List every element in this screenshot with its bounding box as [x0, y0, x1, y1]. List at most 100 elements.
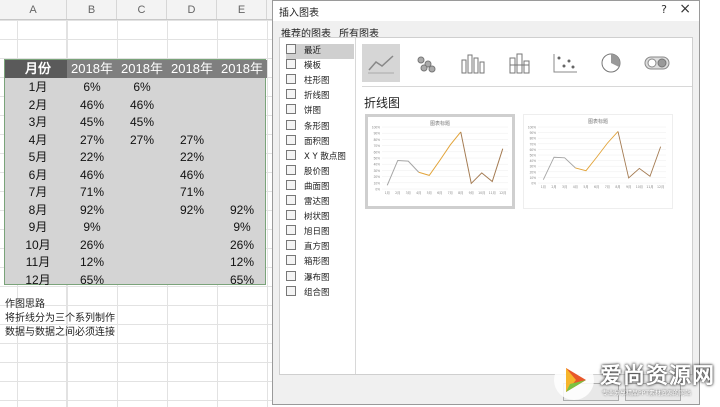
- value-cell[interactable]: [117, 202, 167, 220]
- value-cell[interactable]: [117, 149, 167, 167]
- note-line[interactable]: 数据与数据之间必须连接: [5, 326, 115, 340]
- value-cell[interactable]: [167, 219, 217, 237]
- value-cell[interactable]: 12%: [217, 254, 267, 272]
- value-cell[interactable]: [117, 219, 167, 237]
- month-cell[interactable]: 8月: [5, 202, 67, 220]
- value-cell[interactable]: [117, 237, 167, 255]
- value-cell[interactable]: 27%: [117, 132, 167, 150]
- value-cell[interactable]: [167, 237, 217, 255]
- value-cell[interactable]: [167, 97, 217, 115]
- month-cell[interactable]: 2月: [5, 97, 67, 115]
- value-cell[interactable]: 65%: [67, 272, 117, 290]
- stacked-column-subtype-button[interactable]: [500, 44, 538, 82]
- scatter-subtype-button[interactable]: [546, 44, 584, 82]
- value-cell[interactable]: [217, 132, 267, 150]
- column-header-e[interactable]: E: [217, 0, 267, 19]
- value-cell[interactable]: 6%: [67, 79, 117, 97]
- doughnut-subtype-button[interactable]: [638, 44, 676, 82]
- line-subtype-button[interactable]: [362, 44, 400, 82]
- value-cell[interactable]: 9%: [217, 219, 267, 237]
- month-cell[interactable]: 1月: [5, 79, 67, 97]
- value-cell[interactable]: [217, 97, 267, 115]
- value-cell[interactable]: [167, 79, 217, 97]
- value-cell[interactable]: 92%: [217, 202, 267, 220]
- value-cell[interactable]: 6%: [117, 79, 167, 97]
- header-cell[interactable]: 月份: [5, 60, 67, 78]
- header-cell[interactable]: 2018年: [217, 60, 267, 78]
- month-cell[interactable]: 6月: [5, 167, 67, 185]
- column-header-c[interactable]: C: [117, 0, 167, 19]
- value-cell[interactable]: 46%: [167, 167, 217, 185]
- value-cell[interactable]: 92%: [67, 202, 117, 220]
- value-cell[interactable]: 45%: [67, 114, 117, 132]
- value-cell[interactable]: 46%: [67, 167, 117, 185]
- sidebar-item[interactable]: 箱形图: [286, 255, 354, 270]
- chart-preview-selected[interactable]: 图表标题 0% 10% 20% 30% 40% 50% 60% 70% 80% 90% 100% 1月…: [365, 114, 515, 209]
- value-cell[interactable]: [117, 184, 167, 202]
- value-cell[interactable]: [167, 272, 217, 290]
- help-button[interactable]: ?: [661, 3, 667, 16]
- value-cell[interactable]: 92%: [167, 202, 217, 220]
- month-cell[interactable]: 4月: [5, 132, 67, 150]
- month-cell[interactable]: 11月: [5, 254, 67, 272]
- month-cell[interactable]: 9月: [5, 219, 67, 237]
- column-subtype-button[interactable]: [454, 44, 492, 82]
- value-cell[interactable]: 27%: [167, 132, 217, 150]
- sidebar-item[interactable]: 柱形图: [286, 74, 354, 89]
- sidebar-item[interactable]: X Y 散点图: [286, 149, 354, 165]
- column-header-d[interactable]: D: [167, 0, 217, 19]
- sidebar-item[interactable]: 模板: [286, 59, 354, 74]
- value-cell[interactable]: 71%: [167, 184, 217, 202]
- value-cell[interactable]: 46%: [117, 97, 167, 115]
- value-cell[interactable]: [217, 167, 267, 185]
- header-cell[interactable]: 2018年: [167, 60, 217, 78]
- value-cell[interactable]: [117, 254, 167, 272]
- close-button[interactable]: ×: [679, 1, 691, 17]
- value-cell[interactable]: 9%: [67, 219, 117, 237]
- sidebar-item[interactable]: 最近: [286, 44, 354, 59]
- value-cell[interactable]: 27%: [67, 132, 117, 150]
- sidebar-item[interactable]: 组合图: [286, 285, 354, 301]
- sidebar-item[interactable]: 旭日图: [286, 225, 354, 240]
- value-cell[interactable]: 22%: [167, 149, 217, 167]
- month-cell[interactable]: 10月: [5, 237, 67, 255]
- column-header-a[interactable]: A: [0, 0, 67, 19]
- month-cell[interactable]: 5月: [5, 149, 67, 167]
- month-cell[interactable]: 7月: [5, 184, 67, 202]
- value-cell[interactable]: 45%: [117, 114, 167, 132]
- sidebar-item[interactable]: 直方图: [286, 240, 354, 255]
- data-table[interactable]: 月份 2018年 2018年 2018年 2018年 1月 6% 6% 2月 46% 46…: [4, 59, 267, 287]
- sidebar-item[interactable]: 树状图: [286, 210, 354, 225]
- value-cell[interactable]: 12%: [67, 254, 117, 272]
- value-cell[interactable]: [217, 114, 267, 132]
- note-line[interactable]: 将折线分为三个系列制作: [5, 312, 115, 326]
- sidebar-item[interactable]: 股价图: [286, 164, 354, 180]
- column-header-b[interactable]: B: [67, 0, 117, 19]
- value-cell[interactable]: [217, 149, 267, 167]
- note-line[interactable]: 作图思路: [5, 298, 115, 312]
- header-cell[interactable]: 2018年: [117, 60, 167, 78]
- sidebar-item[interactable]: 瀑布图: [286, 270, 354, 286]
- value-cell[interactable]: 22%: [67, 149, 117, 167]
- chart-preview-alternate[interactable]: 图表标题 0% 10% 20% 30% 40% 50% 60% 70% 80% 90% 100% 1月…: [523, 114, 673, 209]
- spreadsheet[interactable]: A B C D E 月份 2018年 2018年 2018年 2018年 1月 6…: [0, 0, 272, 407]
- value-cell[interactable]: [167, 254, 217, 272]
- sidebar-item[interactable]: 折线图: [286, 89, 354, 104]
- value-cell[interactable]: [117, 272, 167, 290]
- value-cell[interactable]: [167, 114, 217, 132]
- value-cell[interactable]: [217, 79, 267, 97]
- header-cell[interactable]: 2018年: [67, 60, 117, 78]
- value-cell[interactable]: [117, 167, 167, 185]
- month-cell[interactable]: 12月: [5, 272, 67, 290]
- pie-subtype-button[interactable]: [592, 44, 630, 82]
- value-cell[interactable]: [217, 184, 267, 202]
- sidebar-item[interactable]: 面积图: [286, 134, 354, 150]
- sidebar-item[interactable]: 饼图: [286, 104, 354, 119]
- value-cell[interactable]: 71%: [67, 184, 117, 202]
- sidebar-item[interactable]: 雷达图: [286, 195, 354, 210]
- value-cell[interactable]: 65%: [217, 272, 267, 290]
- month-cell[interactable]: 3月: [5, 114, 67, 132]
- value-cell[interactable]: 26%: [217, 237, 267, 255]
- dialog-titlebar[interactable]: 插入图表 ? ×: [273, 1, 699, 21]
- sidebar-item[interactable]: 条形图: [286, 119, 354, 135]
